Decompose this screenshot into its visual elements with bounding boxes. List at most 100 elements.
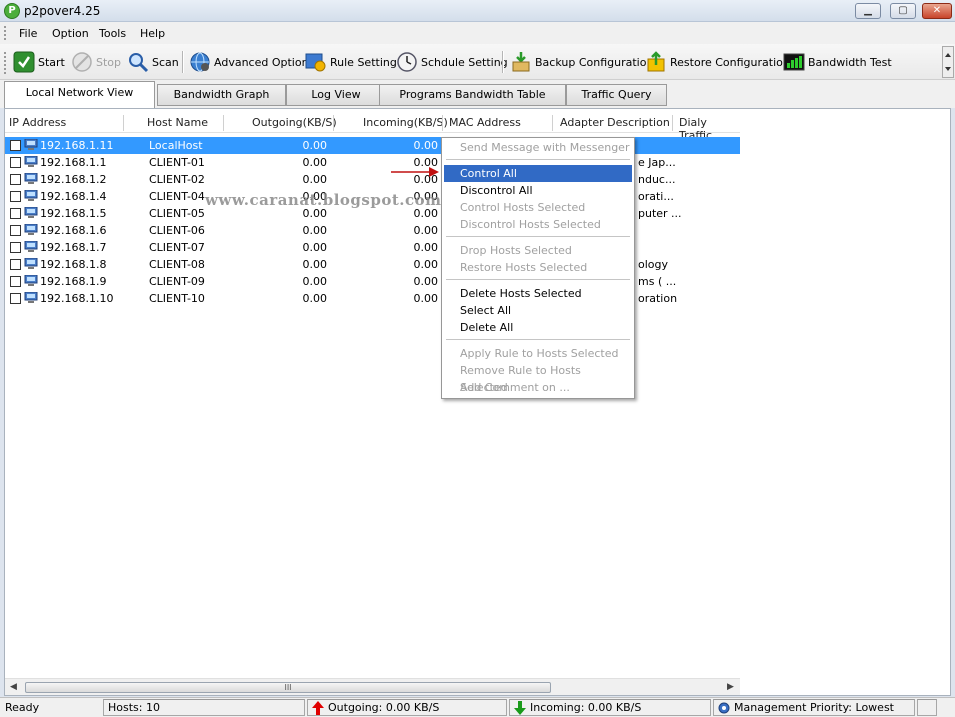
start-icon — [13, 51, 35, 73]
menu-item-send-message-with-messenger[interactable]: Send Message with Messenger — [444, 139, 632, 156]
host-name-cell: CLIENT-07 — [149, 241, 205, 254]
row-checkbox[interactable] — [10, 208, 21, 219]
menu-item-apply-rule-to-hosts-selected[interactable]: Apply Rule to Hosts Selected — [444, 345, 632, 362]
adapter-description-cell: e Jap... — [638, 156, 676, 169]
ip-address-cell: 192.168.1.5 — [40, 207, 107, 220]
horizontal-scrollbar[interactable]: ◀ III ▶ — [5, 678, 740, 695]
column-divider[interactable] — [333, 115, 334, 131]
menu-item-remove-rule-to-hosts-selected[interactable]: Remove Rule to Hosts Selected — [444, 362, 632, 394]
outgoing-cell: 0.00 — [302, 258, 328, 271]
column-adapter-description[interactable]: Adapter Description — [560, 116, 670, 129]
tab-local-network-view[interactable]: Local Network View — [4, 81, 155, 108]
incoming-cell: 0.00 — [413, 292, 439, 305]
menu-tools[interactable]: Tools — [99, 27, 126, 40]
adapter-description-cell: oration — [638, 292, 678, 305]
toolbar: Start Stop Scan Advanced Option Rule Set… — [0, 44, 955, 80]
host-name-cell: LocalHost — [149, 139, 203, 152]
status-ready: Ready — [5, 701, 40, 714]
column-divider[interactable] — [552, 115, 553, 131]
adapter-description-cell: ms ( ... — [638, 275, 677, 288]
toolbar-overflow-button[interactable] — [942, 46, 954, 78]
schedule-setting-button[interactable]: Schdule Setting — [396, 50, 508, 74]
context-menu: Send Message with Messenger Control All Di… — [441, 137, 635, 399]
window-title: p2pover4.25 — [24, 4, 101, 18]
row-checkbox[interactable] — [10, 242, 21, 253]
column-divider[interactable] — [223, 115, 224, 131]
scan-button[interactable]: Scan — [127, 50, 179, 74]
adapter-description-cell: nduc... — [638, 173, 676, 186]
scrollbar-thumb[interactable]: III — [25, 682, 551, 693]
menu-item-add-comment-on[interactable]: Add Comment on ... — [444, 379, 632, 396]
column-mac-address[interactable]: MAC Address — [449, 116, 521, 129]
ip-address-cell: 192.168.1.8 — [40, 258, 107, 271]
menu-item-restore-hosts-selected[interactable]: Restore Hosts Selected — [444, 259, 632, 276]
bandwidth-test-button[interactable]: Bandwidth Test — [783, 50, 892, 74]
menu-help[interactable]: Help — [140, 27, 165, 40]
row-checkbox[interactable] — [10, 191, 21, 202]
column-incoming[interactable]: Incoming(KB/S) — [363, 116, 448, 129]
row-checkbox[interactable] — [10, 140, 21, 151]
menu-item-select-all[interactable]: Select All — [444, 302, 632, 319]
host-name-cell: CLIENT-01 — [149, 156, 205, 169]
menu-separator — [446, 279, 630, 280]
red-arrow-icon — [391, 167, 439, 177]
menu-item-discontrol-all[interactable]: Discontrol All — [444, 182, 632, 199]
column-divider[interactable] — [672, 115, 673, 131]
start-button[interactable]: Start — [13, 50, 65, 74]
computer-icon — [24, 207, 38, 218]
menu-item-drop-hosts-selected[interactable]: Drop Hosts Selected — [444, 242, 632, 259]
status-incoming: Incoming: 0.00 KB/S — [509, 699, 711, 716]
scroll-left-arrow-icon[interactable]: ◀ — [10, 682, 17, 692]
rule-setting-button[interactable]: Rule Setting — [305, 50, 397, 74]
title-bar: P p2pover4.25 ▁ ▢ ✕ — [0, 0, 955, 22]
stop-icon — [71, 51, 93, 73]
column-divider[interactable] — [442, 115, 443, 131]
computer-icon — [24, 258, 38, 269]
menu-item-control-all[interactable]: Control All — [444, 165, 632, 182]
row-checkbox[interactable] — [10, 157, 21, 168]
column-outgoing[interactable]: Outgoing(KB/S) — [252, 116, 337, 129]
minimize-button[interactable]: ▁ — [855, 3, 881, 19]
column-ip-address[interactable]: IP Address — [9, 116, 66, 129]
incoming-cell: 0.00 — [413, 258, 439, 271]
restore-configuration-button[interactable]: Restore Configuration — [645, 50, 790, 74]
menu-item-discontrol-hosts-selected[interactable]: Discontrol Hosts Selected — [444, 216, 632, 233]
outgoing-cell: 0.00 — [302, 292, 328, 305]
row-checkbox[interactable] — [10, 259, 21, 270]
menu-separator — [446, 339, 630, 340]
row-checkbox[interactable] — [10, 174, 21, 185]
backup-configuration-button[interactable]: Backup Configuration — [510, 50, 653, 74]
globe-icon — [189, 51, 211, 73]
menu-separator — [446, 236, 630, 237]
advanced-option-button[interactable]: Advanced Option — [189, 50, 309, 74]
menu-item-control-hosts-selected[interactable]: Control Hosts Selected — [444, 199, 632, 216]
menu-file[interactable]: File — [19, 27, 37, 40]
column-host-name[interactable]: Host Name — [147, 116, 208, 129]
incoming-cell: 0.00 — [413, 241, 439, 254]
ip-address-cell: 192.168.1.1 — [40, 156, 107, 169]
menu-bar: File Option Tools Help — [0, 22, 955, 44]
tab-programs-bandwidth-table[interactable]: Programs Bandwidth Table — [379, 84, 566, 106]
row-checkbox[interactable] — [10, 276, 21, 287]
tab-traffic-query[interactable]: Traffic Query — [566, 84, 667, 106]
outgoing-cell: 0.00 — [302, 173, 328, 186]
magnifier-icon — [127, 51, 149, 73]
clock-icon — [396, 51, 418, 73]
menu-option[interactable]: Option — [52, 27, 89, 40]
priority-icon — [718, 702, 730, 713]
host-name-cell: CLIENT-05 — [149, 207, 205, 220]
menubar-grip — [4, 26, 7, 40]
stop-button[interactable]: Stop — [71, 50, 121, 74]
status-bar: Ready Hosts: 10 Outgoing: 0.00 KB/S Inco… — [0, 697, 955, 717]
row-checkbox[interactable] — [10, 225, 21, 236]
menu-item-delete-hosts-selected[interactable]: Delete Hosts Selected — [444, 285, 632, 302]
maximize-button[interactable]: ▢ — [890, 3, 916, 19]
close-button[interactable]: ✕ — [922, 3, 952, 19]
row-checkbox[interactable] — [10, 293, 21, 304]
column-divider[interactable] — [123, 115, 124, 131]
incoming-arrow-icon — [514, 700, 526, 715]
menu-item-delete-all[interactable]: Delete All — [444, 319, 632, 336]
tab-log-view[interactable]: Log View — [286, 84, 386, 106]
scroll-right-arrow-icon[interactable]: ▶ — [727, 682, 734, 692]
tab-bandwidth-graph[interactable]: Bandwidth Graph — [157, 84, 286, 106]
